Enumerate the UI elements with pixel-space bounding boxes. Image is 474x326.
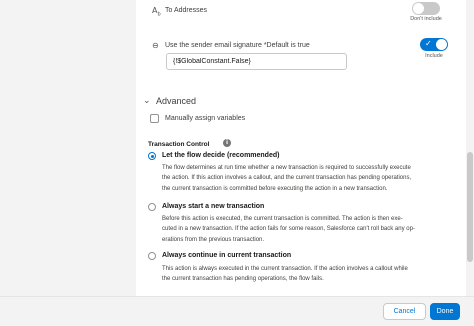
- option-desc-line: This action is always executed in the cu…: [162, 266, 408, 272]
- property-panel: Ab To Addresses Don't include ⊖ Use the …: [136, 0, 466, 296]
- option-title[interactable]: Always start a new transaction: [162, 203, 264, 210]
- advanced-section-title[interactable]: Advanced: [156, 96, 196, 106]
- option-description: The flow determines at run time whether …: [162, 163, 437, 194]
- radio-current-transaction[interactable]: [148, 252, 156, 260]
- option-desc-line: the action. If this action involves a ca…: [162, 175, 412, 182]
- option-title[interactable]: Always continue in current transaction: [162, 252, 291, 259]
- manual-assign-label: Manually assign variables: [165, 115, 246, 122]
- option-desc-line: Before this action is executed, the curr…: [162, 216, 403, 222]
- option-description: Before this action is executed, the curr…: [162, 214, 437, 245]
- to-addresses-label: To Addresses: [165, 7, 208, 14]
- option-desc-line: The flow determines at run time whether …: [162, 165, 411, 171]
- option-desc-line: the current transaction has pending oper…: [162, 276, 324, 283]
- done-button[interactable]: Done: [430, 303, 460, 320]
- address-icon: Ab: [152, 6, 161, 18]
- to-addresses-toggle-label: Don't include: [410, 16, 442, 22]
- option-desc-line: cuted in a new transaction. If the actio…: [162, 226, 415, 233]
- scrollbar-thumb[interactable]: [467, 152, 473, 262]
- toggle-knob: [436, 39, 447, 50]
- signature-label: Use the sender email signature *Default …: [165, 42, 310, 49]
- scrollbar[interactable]: [466, 0, 474, 296]
- option-desc-line: erations from the previous transaction.: [162, 236, 265, 243]
- toggle-knob: [413, 3, 424, 14]
- signature-toggle[interactable]: ✓: [420, 38, 448, 51]
- manual-assign-checkbox[interactable]: [150, 114, 159, 123]
- link-icon: ⊖: [152, 41, 159, 50]
- radio-new-transaction[interactable]: [148, 203, 156, 211]
- check-icon: ✓: [425, 39, 432, 48]
- option-title[interactable]: Let the flow decide (recommended): [162, 152, 279, 159]
- chevron-down-icon[interactable]: ⌄: [143, 96, 151, 106]
- transaction-control-label: Transaction Control: [148, 141, 210, 148]
- radio-let-flow-decide[interactable]: [148, 152, 156, 160]
- signature-toggle-label: Include: [425, 53, 443, 59]
- to-addresses-toggle[interactable]: [412, 2, 440, 15]
- option-desc-line: the current transaction is committed bef…: [162, 185, 388, 192]
- signature-value-input[interactable]: [166, 53, 347, 70]
- info-icon[interactable]: i: [223, 139, 231, 147]
- cancel-button[interactable]: Cancel: [383, 303, 426, 320]
- option-description: This action is always executed in the cu…: [162, 264, 437, 285]
